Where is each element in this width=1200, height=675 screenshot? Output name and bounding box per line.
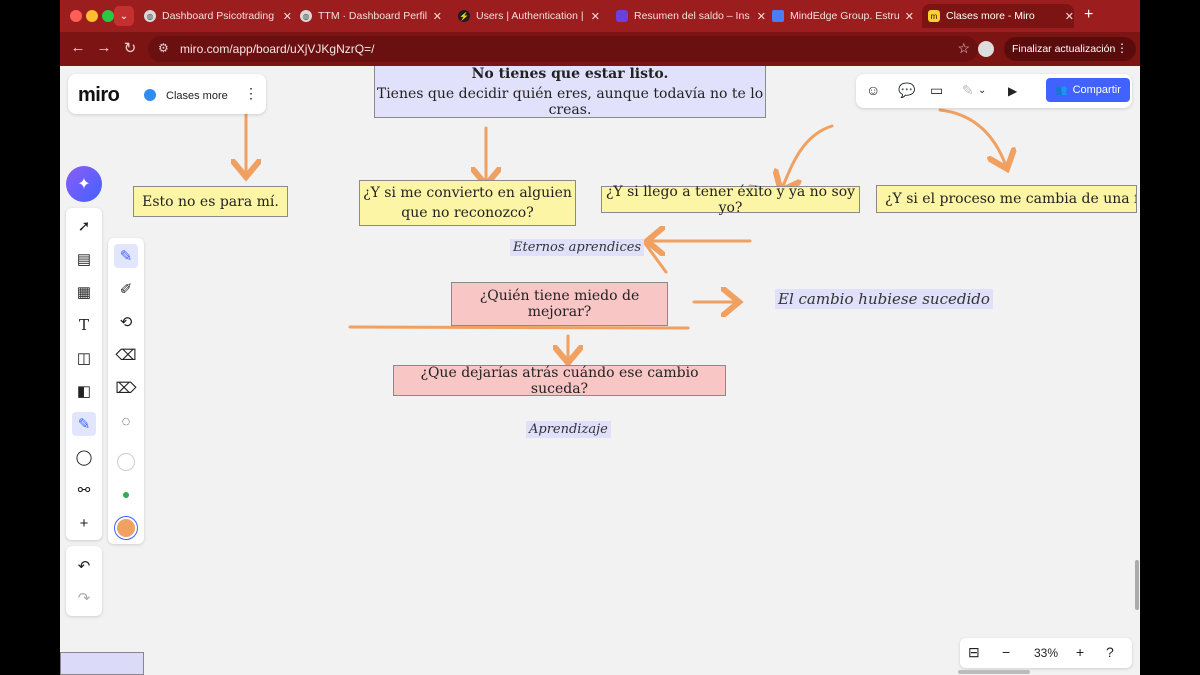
new-tab-button[interactable]: +	[1084, 6, 1093, 24]
close-tab-icon[interactable]: ✕	[433, 10, 442, 23]
address-bar: ← → ↻ ⚙ miro.com/app/board/uXjVJKgNzrQ=/…	[60, 32, 1140, 66]
tab-ttm-dashboard[interactable]: ◍ TTM · Dashboard Perfile ✕	[300, 4, 442, 28]
tab-dashboard-psicotrading[interactable]: ◍ Dashboard Psicotrading ✕	[144, 4, 292, 28]
sparkle-icon: ✦	[77, 176, 91, 193]
reload-icon[interactable]: ↻	[120, 39, 140, 57]
globe-icon	[144, 89, 156, 101]
collaboration-panel: ☺ 💬 ▭ ✎ ⌄ ▶ 👥 Compartir	[856, 74, 1132, 108]
sticky-note[interactable]: ¿Quién tiene miedo de mejorar?	[451, 282, 668, 326]
sticky-note[interactable]: Esto no es para mí.	[133, 186, 288, 217]
eraser-icon[interactable]: ⌫	[114, 343, 138, 367]
purple-app-icon	[616, 10, 628, 22]
add-more-icon[interactable]: +	[72, 511, 96, 535]
video-icon[interactable]: ▭	[930, 82, 943, 99]
frame[interactable]	[60, 652, 144, 675]
site-settings-icon[interactable]: ⚙	[158, 41, 169, 55]
browser-chrome: ⌄ ◍ Dashboard Psicotrading ✕ ◍ TTM · Das…	[60, 0, 1140, 66]
zoom-in-icon[interactable]: +	[1076, 644, 1084, 660]
board-header-panel: miro Clases more ⋮	[68, 74, 266, 114]
sticky-note[interactable]: ¿Que dejarías atrás cuándo ese cambio su…	[393, 365, 726, 397]
text-icon[interactable]: T	[72, 313, 96, 337]
zoom-panel: ⊟ − 33% + ?	[960, 638, 1132, 668]
chevron-down-icon: ⌄	[119, 10, 129, 22]
board-name[interactable]: Clases more	[166, 90, 228, 102]
comment-icon[interactable]: ◯	[72, 445, 96, 469]
board-canvas[interactable]: No tienes que estar listo. Tienes que de…	[60, 66, 1140, 675]
more-vert-icon[interactable]: ⋮	[244, 85, 258, 102]
lasso-icon[interactable]: ◌	[114, 409, 138, 433]
color-swatch-white[interactable]	[114, 450, 138, 474]
users-icon: 👥	[1055, 84, 1068, 96]
sticky-note[interactable]: ¿Y si me convierto en alguien que no rec…	[359, 180, 576, 226]
horizontal-scrollbar[interactable]	[958, 670, 1030, 674]
header-note-body: Tienes que decidir quién eres, aunque to…	[376, 85, 764, 118]
url-field[interactable]: ⚙ miro.com/app/board/uXjVJKgNzrQ=/ ☆	[148, 36, 978, 62]
sticky-note[interactable]: ¿Y si llego a tener éxito y ya no soy yo…	[601, 184, 860, 216]
close-tab-icon[interactable]: ✕	[1065, 10, 1074, 23]
more-vert-icon[interactable]: ⋮	[1116, 41, 1128, 55]
url-text: miro.com/app/board/uXjVJKgNzrQ=/	[180, 42, 375, 56]
ai-assistant-button[interactable]: ✦	[66, 166, 102, 202]
close-window-button[interactable]	[70, 10, 82, 22]
share-button[interactable]: 👥 Compartir	[1046, 78, 1130, 102]
frame-icon[interactable]: ▦	[72, 280, 96, 304]
header-note-title: No tienes que estar listo.	[471, 66, 669, 82]
sticky-note-icon[interactable]: ◫	[72, 346, 96, 370]
close-tab-icon[interactable]: ✕	[757, 10, 766, 23]
close-tab-icon[interactable]: ✕	[905, 10, 914, 23]
help-icon[interactable]: ?	[1106, 644, 1114, 660]
bookmark-star-icon[interactable]: ☆	[957, 40, 970, 57]
tab-mindedge[interactable]: MindEdge Group. Estruc ✕	[772, 4, 914, 28]
pen-subtoolbar: ✎ ✐ ⟲ ⌫ ⌦ ◌	[108, 238, 144, 544]
chat-icon[interactable]: 💬	[898, 82, 915, 99]
miro-icon: m	[928, 10, 940, 22]
close-tab-icon[interactable]: ✕	[591, 10, 600, 23]
handwritten-text[interactable]: El cambio hubiese sucedido	[775, 289, 993, 309]
present-play-icon[interactable]: ▶	[1008, 84, 1017, 98]
back-arrow-icon[interactable]: ←	[68, 39, 88, 56]
tab-users-authentication[interactable]: ⚡ Users | Authentication | ✕	[458, 4, 600, 28]
handwritten-text[interactable]: Aprendizaje	[526, 421, 611, 438]
main-toolbar: ➚ ▤ ▦ T ◫ ◧ ✎ ◯ ⚯ +	[66, 208, 102, 540]
sticky-note[interactable]: ¿Y si el proceso me cambia de una forma	[876, 185, 1137, 213]
minimize-window-button[interactable]	[86, 10, 98, 22]
fit-to-screen-icon[interactable]: ⊟	[968, 644, 980, 661]
tab-resumen-saldo[interactable]: Resumen del saldo – Ins ✕	[616, 4, 766, 28]
highlighter-icon[interactable]: ✐	[114, 277, 138, 301]
color-swatch-green[interactable]	[114, 483, 138, 507]
object-eraser-icon[interactable]: ⌦	[114, 376, 138, 400]
maximize-window-button[interactable]	[102, 10, 114, 22]
docs-icon	[772, 10, 784, 22]
pen-tool-icon[interactable]: ✎	[114, 244, 138, 268]
forward-arrow-icon[interactable]: →	[94, 39, 114, 56]
reactions-icon[interactable]: ☺	[866, 82, 880, 98]
smart-draw-icon[interactable]: ⟲	[114, 310, 138, 334]
header-note[interactable]: No tienes que estar listo. Tienes que de…	[374, 66, 766, 118]
tab-clases-more[interactable]: m Clases more - Miro ✕	[922, 4, 1074, 28]
vertical-scrollbar[interactable]	[1135, 560, 1139, 610]
update-button[interactable]: Finalizar actualización ⋮	[1004, 37, 1136, 61]
zoom-level[interactable]: 33%	[1034, 646, 1058, 660]
select-cursor-icon[interactable]: ➚	[72, 214, 96, 238]
miro-logo[interactable]: miro	[78, 84, 120, 107]
zoom-out-icon[interactable]: −	[1002, 644, 1010, 660]
profile-avatar[interactable]	[978, 41, 994, 57]
undo-icon[interactable]: ↶	[72, 554, 96, 578]
globe-icon: ◍	[300, 10, 312, 22]
history-toolbar: ↶ ↷	[66, 546, 102, 616]
templates-icon[interactable]: ▤	[72, 247, 96, 271]
supabase-icon: ⚡	[458, 10, 470, 22]
connection-icon[interactable]: ⚯	[72, 478, 96, 502]
shapes-icon[interactable]: ◧	[72, 379, 96, 403]
globe-icon: ◍	[144, 10, 156, 22]
handwritten-text[interactable]: Eternos aprendices	[510, 239, 645, 256]
color-swatch-orange[interactable]	[114, 516, 138, 540]
pen-icon[interactable]: ✎	[962, 82, 974, 99]
tab-bar: ⌄ ◍ Dashboard Psicotrading ✕ ◍ TTM · Das…	[60, 0, 1140, 32]
chevron-down-icon[interactable]: ⌄	[978, 85, 986, 96]
close-tab-icon[interactable]: ✕	[283, 10, 292, 23]
tab-search-button[interactable]: ⌄	[114, 6, 134, 26]
pen-icon[interactable]: ✎	[72, 412, 96, 436]
redo-icon[interactable]: ↷	[72, 586, 96, 610]
